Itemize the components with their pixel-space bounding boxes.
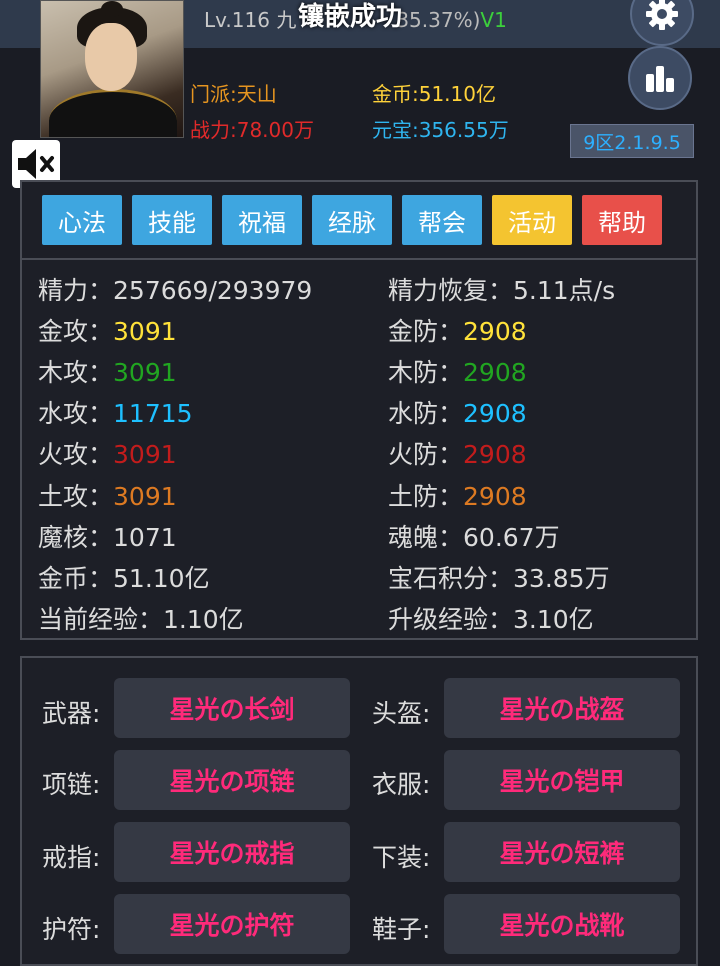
- boots-label: 鞋子:: [372, 915, 431, 944]
- tab-guild[interactable]: 帮会: [402, 195, 482, 245]
- server-badge: 9区2.1.9.5: [570, 124, 694, 158]
- amulet-label: 护符:: [42, 915, 101, 944]
- stat-wood-defense: 木防：2908: [388, 358, 527, 387]
- stat-soul: 魂魄：60.67万: [388, 523, 560, 552]
- stat-gem-points: 宝石积分：33.85万: [388, 564, 610, 593]
- stat-current-exp: 当前经验：1.10亿: [38, 605, 244, 634]
- weapon-slot[interactable]: 星光の长剑: [114, 678, 350, 738]
- sect-text: 门派:天山: [190, 82, 277, 106]
- yuanbao-text: 元宝:356.55万: [372, 118, 509, 142]
- weapon-label: 武器:: [42, 699, 101, 728]
- vip-badge: V1: [480, 8, 507, 32]
- armor-label: 衣服:: [372, 770, 431, 799]
- stat-gold: 金币：51.10亿: [38, 564, 210, 593]
- bar-chart-icon: [646, 66, 674, 92]
- stat-wood-attack: 木攻：3091: [38, 358, 177, 387]
- stat-fire-defense: 火防：2908: [388, 440, 527, 469]
- amulet-slot[interactable]: 星光の护符: [114, 894, 350, 954]
- stat-earth-defense: 土防：2908: [388, 482, 527, 511]
- stat-demon-core: 魔核：1071: [38, 523, 177, 552]
- tab-help[interactable]: 帮助: [582, 195, 662, 245]
- stat-metal-defense: 金防：2908: [388, 317, 527, 346]
- pants-label: 下装:: [372, 843, 431, 872]
- power-text: 战力:78.00万: [190, 118, 314, 142]
- stat-earth-attack: 土攻：3091: [38, 482, 177, 511]
- stat-levelup-exp: 升级经验：3.10亿: [388, 605, 594, 634]
- ring-slot[interactable]: 星光の戒指: [114, 822, 350, 882]
- boots-slot[interactable]: 星光の战靴: [444, 894, 680, 954]
- tab-meridians[interactable]: 经脉: [312, 195, 392, 245]
- stat-energy-regen: 精力恢复：5.11点/s: [388, 276, 616, 305]
- gear-icon: [646, 0, 678, 30]
- armor-slot[interactable]: 星光の铠甲: [444, 750, 680, 810]
- ring-label: 戒指:: [42, 843, 101, 872]
- tab-heart-method[interactable]: 心法: [42, 195, 122, 245]
- helmet-label: 头盔:: [372, 699, 431, 728]
- divider: [22, 258, 696, 260]
- pants-slot[interactable]: 星光の短裤: [444, 822, 680, 882]
- stat-energy: 精力：257669/293979: [38, 276, 313, 305]
- stat-water-defense: 水防：2908: [388, 399, 527, 428]
- necklace-slot[interactable]: 星光の项链: [114, 750, 350, 810]
- necklace-label: 项链:: [42, 770, 101, 799]
- helmet-slot[interactable]: 星光の战盔: [444, 678, 680, 738]
- tab-blessing[interactable]: 祝福: [222, 195, 302, 245]
- menu-tabs: 心法 技能 祝福 经脉 帮会 活动 帮助: [42, 195, 662, 245]
- stat-metal-attack: 金攻：3091: [38, 317, 177, 346]
- stat-fire-attack: 火攻：3091: [38, 440, 177, 469]
- socket-success-popup: 镶嵌成功: [298, 2, 403, 32]
- gold-text: 金币:51.10亿: [372, 82, 496, 106]
- ranking-button[interactable]: [628, 46, 692, 110]
- tab-events[interactable]: 活动: [492, 195, 572, 245]
- character-portrait[interactable]: [40, 0, 184, 138]
- tab-skills[interactable]: 技能: [132, 195, 212, 245]
- stat-water-attack: 水攻：11715: [38, 399, 193, 428]
